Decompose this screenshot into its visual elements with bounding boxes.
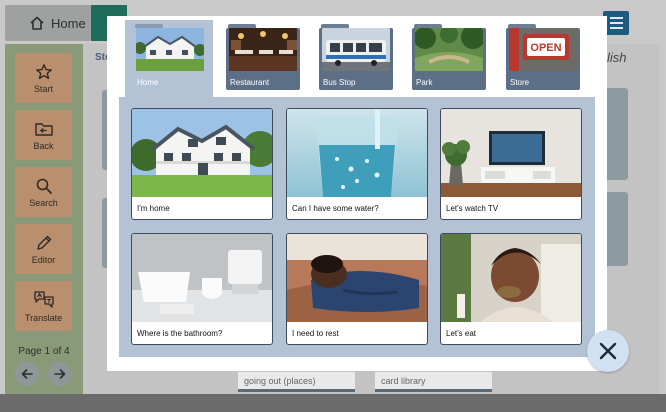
house-photo [132,109,272,197]
phrase-card-caption: Let's watch TV [446,204,499,213]
search-label: Search [29,197,58,208]
page-indicator: Page 1 of 4 [18,346,70,357]
phrase-card-rest[interactable]: I need to rest [286,233,428,345]
store-thumbnail: OPEN [509,28,577,71]
folder-park-label: Park [416,78,433,87]
phrase-card-im-home[interactable]: I'm home [131,108,273,220]
tv-photo [441,109,581,197]
back-label: Back [33,140,54,151]
park-thumbnail [415,28,483,71]
start-button[interactable]: Start [15,53,72,103]
pencil-icon [35,234,53,252]
translate-icon [33,290,55,310]
bathroom-photo [132,234,272,322]
close-modal-button[interactable] [587,330,629,372]
phrase-card-caption: Where is the bathroom? [137,329,223,338]
folder-bus-stop-label: Bus Stop [323,78,356,87]
folder-home[interactable]: Home [133,24,207,90]
editor-button[interactable]: Editor [15,224,72,274]
water-glass-photo [287,109,427,197]
folder-bus-stop[interactable]: Bus Stop [319,24,393,90]
search-icon [35,177,53,195]
phrase-card-caption: Let's eat [446,329,476,338]
language-label[interactable]: lish [607,50,627,65]
phrase-card-caption: I need to rest [292,329,339,338]
previous-page-button[interactable] [15,362,39,386]
bus-stop-thumbnail [322,28,390,71]
close-icon [598,341,618,361]
phrase-card-caption: I'm home [137,204,170,213]
home-thumbnail [136,28,204,71]
home-tab[interactable]: Home [5,5,91,41]
eating-person-photo [441,234,581,322]
folder-back-icon [34,120,54,138]
sleeping-person-photo [287,234,427,322]
translate-label: Translate [24,312,63,323]
arrow-right-icon [53,367,67,381]
home-tab-label: Home [51,15,86,31]
phrase-card-grid: I'm home Can I have some water? Let's wa… [119,97,595,357]
phrase-card-caption: Can I have some water? [292,204,379,213]
folder-store-label: Store [510,78,530,87]
phrase-card-watch-tv[interactable]: Let's watch TV [440,108,582,220]
star-icon [35,63,53,81]
folder-store[interactable]: OPEN Store [506,24,580,90]
background-card-label[interactable]: card library [375,372,492,392]
search-button[interactable]: Search [15,167,72,217]
house-icon [29,15,45,31]
editor-label: Editor [31,254,56,265]
back-button[interactable]: Back [15,110,72,160]
sidebar: Start Back Search Editor Translate Page … [5,44,83,394]
translate-button[interactable]: Translate [15,281,72,331]
folder-restaurant-label: Restaurant [230,78,270,87]
store-sign-text: OPEN [530,42,561,54]
phrase-card-eat[interactable]: Let's eat [440,233,582,345]
phrase-card-water[interactable]: Can I have some water? [286,108,428,220]
folder-home-label: Home [137,78,159,87]
phrase-picker-modal: Home Restaurant Bus Stop Park OPEN Store… [107,16,607,371]
folder-restaurant[interactable]: Restaurant [226,24,300,90]
start-label: Start [33,83,53,94]
phrase-card-bathroom[interactable]: Where is the bathroom? [131,233,273,345]
arrow-left-icon [20,367,34,381]
background-card-label[interactable]: going out (places) [238,372,355,392]
bottom-strip [0,394,666,412]
next-page-button[interactable] [48,362,72,386]
restaurant-thumbnail [229,28,297,71]
folder-park[interactable]: Park [412,24,486,90]
